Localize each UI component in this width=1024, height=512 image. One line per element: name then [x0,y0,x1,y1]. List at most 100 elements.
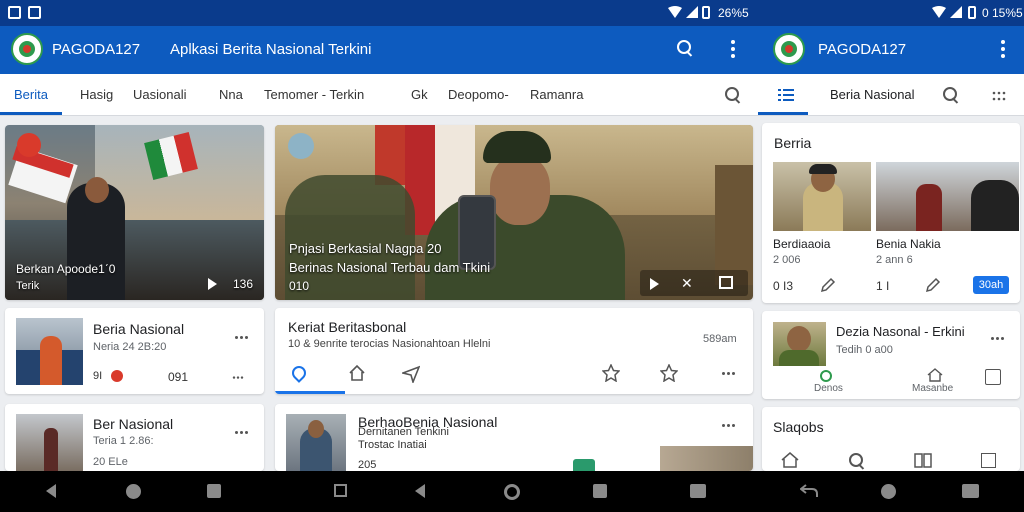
thumbnail [773,322,826,366]
list-item[interactable]: Ber Nasional Teria 1 2.86: 20 ELe [5,404,264,471]
featured-caption-2: Berinas Nasional Terbau dam Tkini [289,260,491,275]
status-bar: 26%5 0 15%5 [0,0,1024,26]
tab-berita[interactable]: Berita [14,87,48,102]
section-card: Slaqobs [762,407,1020,471]
tab-uasionali[interactable]: Uasionali [133,87,186,102]
article-card[interactable]: Keriat Beritasbonal 10 & 9enrite terocia… [275,308,753,394]
more-options-icon[interactable] [722,424,740,428]
tab-hasig[interactable]: Hasig [80,87,113,102]
article-time-badge: 589am [703,333,737,345]
active-tab-indicator [0,112,62,115]
article-card[interactable]: BerhaoBenia Nasional Dernitanen Tenkini … [275,404,753,471]
undo-icon[interactable] [800,484,818,498]
home-icon[interactable] [126,484,141,499]
left-tab-bar: Berita Hasig Uasionali Nna Temomer - Ter… [0,74,758,116]
check-icon[interactable] [820,370,832,382]
tab-nna[interactable]: Nna [219,87,243,102]
article-line2: Dernitanen Tenkini [358,426,449,438]
more-options-icon[interactable] [991,337,1009,341]
send-icon[interactable] [402,365,420,383]
recents-icon[interactable] [962,484,979,498]
more-options-icon[interactable] [722,372,740,376]
reaction-icon[interactable] [111,370,123,382]
app-name: PAGODA127 [818,41,907,58]
action-label[interactable]: Masanbe [912,383,953,394]
book-icon[interactable] [914,452,932,468]
list-item[interactable]: Beria Nasional Neria 24 2B:20 9I 091 [5,308,264,394]
help-icon[interactable] [985,369,1001,385]
star-icon[interactable] [660,364,678,382]
play-icon[interactable] [650,278,659,290]
back-icon[interactable] [415,484,425,498]
thumbnail [16,318,83,385]
back-icon[interactable] [46,484,56,498]
more-options-icon[interactable] [235,431,253,435]
home-icon[interactable] [504,484,520,500]
hero-caption: Berkan Apoode1ˊ0 [16,262,116,276]
tab-ramanra[interactable]: Ramanra [530,87,583,102]
app-logo[interactable] [773,33,805,65]
layout-icon[interactable] [981,453,996,468]
home-icon[interactable] [781,452,799,468]
search-icon[interactable] [725,87,741,103]
tab-gk[interactable]: Gk [411,87,428,102]
item-subtitle: Teria 1 2.86: [93,435,154,447]
home-icon[interactable] [927,368,943,382]
action-label[interactable]: Denos [814,383,843,394]
article-meta: 10 & 9enrite terocias Nasionahtoan Hleln… [288,338,491,350]
section-card: Berria Berdiaaoia 2 006 Benia Nakia 2 an… [762,123,1020,303]
tile-photo[interactable] [876,162,1019,231]
thumbnail [16,414,83,471]
notification-icon [28,6,41,19]
overview-icon[interactable] [334,484,347,497]
edit-icon[interactable] [925,277,941,293]
recents-icon[interactable] [207,484,221,498]
channel-badge-icon [288,133,314,159]
battery-icon [702,6,710,19]
hero-video-card[interactable]: Berkan Apoode1ˊ0 Terik 136 [5,125,264,300]
more-options-icon[interactable] [235,336,253,340]
share-button[interactable]: 30ah [973,276,1009,294]
tile-subtitle: 2 006 [773,254,801,266]
system-nav-bar [0,471,1024,512]
item-meta: 20 ELe [93,456,128,468]
overflow-menu-icon[interactable] [1001,40,1005,58]
app-logo[interactable] [11,33,43,65]
tab-beria-nasional[interactable]: Beria Nasional [830,87,915,102]
play-icon[interactable] [208,278,217,290]
more-options-icon[interactable] [232,376,247,379]
left-app-bar: PAGODA127 Aplkasi Berita Nasional Terkin… [0,26,758,74]
close-icon[interactable]: ✕ [681,275,693,292]
active-indicator [275,391,345,394]
signal-icon [950,6,962,18]
edit-icon[interactable] [820,277,836,293]
list-item[interactable]: Dezia Nasonal - Erkini Tedih 0 a00 Denos… [762,311,1020,399]
tile-photo[interactable] [773,162,871,231]
star-icon[interactable] [602,364,620,382]
thumbnail [660,446,753,471]
overflow-menu-icon[interactable] [731,40,735,58]
tile-title: Berdiaaoia [773,237,831,251]
search-icon[interactable] [943,87,959,103]
video-duration: 136 [233,277,254,291]
location-icon[interactable] [289,363,309,383]
featured-video-card[interactable]: Pnjasi Berkasial Nagpa 20 Berinas Nasion… [275,125,753,300]
home-icon[interactable] [348,364,366,382]
list-icon[interactable] [778,89,794,101]
fullscreen-icon[interactable] [719,276,733,289]
featured-caption-3: 010 [289,279,310,293]
search-icon[interactable] [849,453,865,469]
tab-temomer[interactable]: Temomer - Terkin [264,87,364,102]
tile-meta: 1 I [876,279,890,293]
home-icon[interactable] [881,484,896,499]
section-title: Slaqobs [773,419,824,435]
search-icon[interactable] [677,40,693,56]
article-line3: Trostac Inatiai [358,439,427,451]
recents-icon[interactable] [593,484,607,498]
status-time-right: 0 15%5 [982,6,1023,20]
thumbnail [286,414,346,471]
tab-deopomo[interactable]: Deopomo- [448,87,509,102]
grid-dots-icon[interactable] [992,91,1006,101]
status-time-left: 26%5 [718,6,749,20]
app-switch-icon[interactable] [690,484,706,498]
